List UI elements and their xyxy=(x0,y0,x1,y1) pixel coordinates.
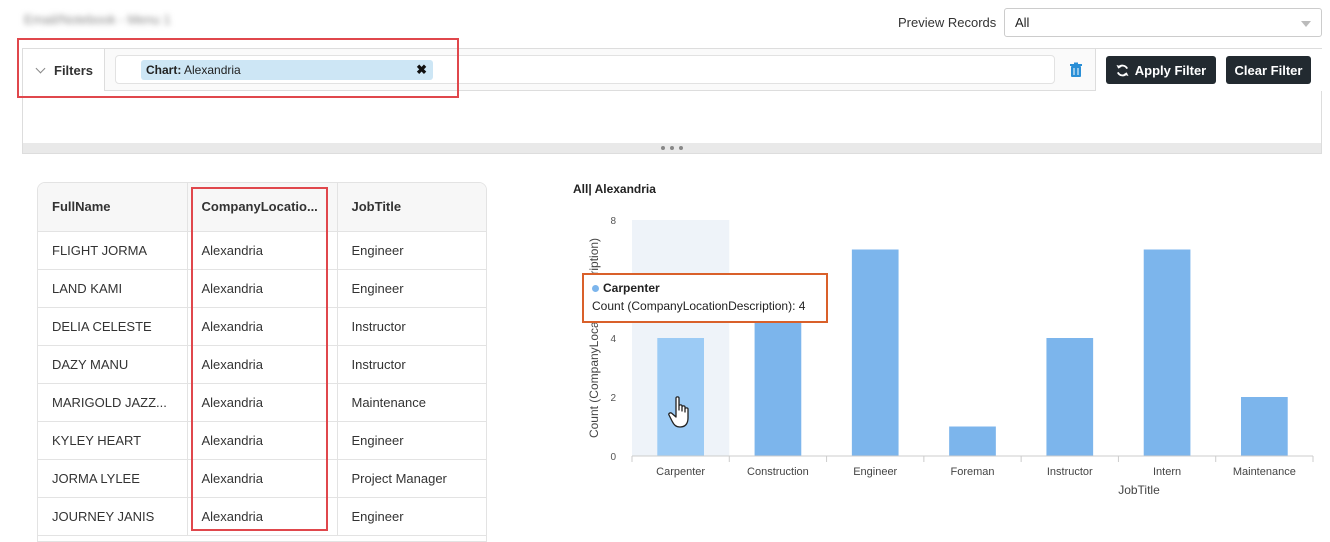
table-cell: Instructor xyxy=(337,345,486,384)
preview-records-select[interactable]: All xyxy=(1004,8,1322,37)
x-tick-label: Instructor xyxy=(1047,466,1093,478)
chevron-down-icon xyxy=(1301,21,1311,27)
table-cell: JOURNEY JANIS xyxy=(38,497,188,536)
filter-actions: Apply Filter Clear Filter xyxy=(1095,49,1323,91)
table-row[interactable]: DAZY MANU Alexandria Instructor xyxy=(38,345,486,384)
series-dot-icon xyxy=(592,285,599,292)
table-cell: Alexandria xyxy=(187,345,338,384)
x-tick-label: Intern xyxy=(1153,466,1181,478)
clear-filter-label: Clear Filter xyxy=(1234,62,1303,78)
y-tick-label: 4 xyxy=(610,334,616,345)
filter-panel: Filters Chart: Alexandria ✖ Apply Filter… xyxy=(22,48,1323,154)
grid-body: FLIGHT JORMA Alexandria Engineer LAND KAMI A… xyxy=(38,231,486,536)
table-cell: DAZY MANU xyxy=(38,345,188,384)
x-tick-label: Maintenance xyxy=(1233,466,1296,478)
handle-dot xyxy=(661,146,665,150)
table-cell: Engineer xyxy=(337,497,486,536)
table-cell: Alexandria xyxy=(187,497,338,536)
table-cell: Alexandria xyxy=(187,421,338,460)
table-row[interactable]: LAND KAMI Alexandria Engineer xyxy=(38,269,486,308)
data-grid: FullName CompanyLocatio... JobTitle FLIGHT… xyxy=(37,182,487,542)
chart-bar xyxy=(949,426,996,456)
filters-toggle[interactable]: Filters xyxy=(23,49,105,91)
table-row[interactable]: FLIGHT JORMA Alexandria Engineer xyxy=(38,231,486,270)
clear-filter-button[interactable]: Clear Filter xyxy=(1226,56,1311,84)
filter-chip-value: Alexandria xyxy=(184,63,241,77)
table-row[interactable]: KYLEY HEART Alexandria Engineer xyxy=(38,421,486,460)
column-header-0[interactable]: FullName xyxy=(38,183,188,232)
table-cell: Instructor xyxy=(337,307,486,346)
y-tick-label: 8 xyxy=(610,216,616,227)
table-cell: Engineer xyxy=(337,269,486,308)
chart-bar xyxy=(1241,397,1288,456)
x-tick-label: Foreman xyxy=(950,466,994,478)
hand-cursor-icon xyxy=(668,396,689,428)
table-cell: MARIGOLD JAZZ... xyxy=(38,383,188,422)
filter-bar: Filters Chart: Alexandria ✖ Apply Filter… xyxy=(23,49,1323,91)
table-row[interactable]: DELIA CELESTE Alexandria Instructor xyxy=(38,307,486,346)
table-cell: KYLEY HEART xyxy=(38,421,188,460)
chart-bar xyxy=(1046,338,1094,456)
y-tick-label: 2 xyxy=(610,393,616,404)
table-cell: Project Manager xyxy=(337,459,486,498)
filter-chip-key: Chart: xyxy=(146,63,182,77)
table-cell: Alexandria xyxy=(187,383,338,422)
bar-chart: All| Alexandria02468CarpenterConstructio… xyxy=(560,175,1320,515)
table-cell: Alexandria xyxy=(187,269,338,308)
x-tick-label: Construction xyxy=(747,466,809,478)
table-cell: Alexandria xyxy=(187,231,338,270)
chart-tooltip: Carpenter Count (CompanyLocationDescript… xyxy=(582,273,828,323)
table-cell: JORMA LYLEE xyxy=(38,459,188,498)
table-cell: DELIA CELESTE xyxy=(38,307,188,346)
x-tick-label: Engineer xyxy=(853,466,897,478)
apply-filter-label: Apply Filter xyxy=(1134,62,1207,78)
table-row[interactable]: JORMA LYLEE Alexandria Project Manager xyxy=(38,459,486,498)
table-cell: Engineer xyxy=(337,421,486,460)
preview-records-value: All xyxy=(1015,15,1030,30)
y-tick-label: 0 xyxy=(610,452,616,463)
table-cell: Maintenance xyxy=(337,383,486,422)
table-row[interactable]: MARIGOLD JAZZ... Alexandria Maintenance xyxy=(38,383,486,422)
chart-bar xyxy=(754,308,802,456)
chart-bar xyxy=(851,249,899,456)
bar-chart-svg: All| Alexandria02468CarpenterConstructio… xyxy=(573,182,1314,497)
resize-handle[interactable] xyxy=(23,143,1321,153)
handle-dot xyxy=(679,146,683,150)
filter-chip-area[interactable]: Chart: Alexandria ✖ xyxy=(115,55,1055,84)
tooltip-title: Carpenter xyxy=(603,281,660,295)
trash-icon[interactable] xyxy=(1069,62,1083,78)
handle-dot xyxy=(670,146,674,150)
column-header-1[interactable]: CompanyLocatio... xyxy=(187,183,338,232)
x-axis-title: JobTitle xyxy=(1118,483,1160,497)
table-cell: Alexandria xyxy=(187,307,338,346)
preview-records-label: Preview Records xyxy=(898,15,997,30)
table-cell: LAND KAMI xyxy=(38,269,188,308)
filters-label: Filters xyxy=(54,62,94,78)
table-row[interactable]: JOURNEY JANIS Alexandria Engineer xyxy=(38,497,486,536)
y-axis-title: Count (CompanyLocationDescription) xyxy=(587,238,601,438)
close-icon[interactable]: ✖ xyxy=(416,62,427,78)
refresh-icon xyxy=(1116,64,1129,76)
x-tick-label: Carpenter xyxy=(656,466,705,478)
table-cell: FLIGHT JORMA xyxy=(38,231,188,270)
page-title: Email/Notebook - Menu 1 xyxy=(24,12,171,27)
table-cell: Engineer xyxy=(337,231,486,270)
tooltip-line: Count (CompanyLocationDescription): 4 xyxy=(592,299,806,313)
table-cell: Alexandria xyxy=(187,459,338,498)
column-header-2[interactable]: JobTitle xyxy=(337,183,486,232)
chart-bar xyxy=(1143,249,1191,456)
chart-title: All| Alexandria xyxy=(573,182,656,196)
apply-filter-button[interactable]: Apply Filter xyxy=(1106,56,1216,84)
chevron-down-icon xyxy=(35,63,46,73)
filter-chip[interactable]: Chart: Alexandria ✖ xyxy=(141,60,433,80)
grid-header-row: FullName CompanyLocatio... JobTitle xyxy=(38,183,486,232)
